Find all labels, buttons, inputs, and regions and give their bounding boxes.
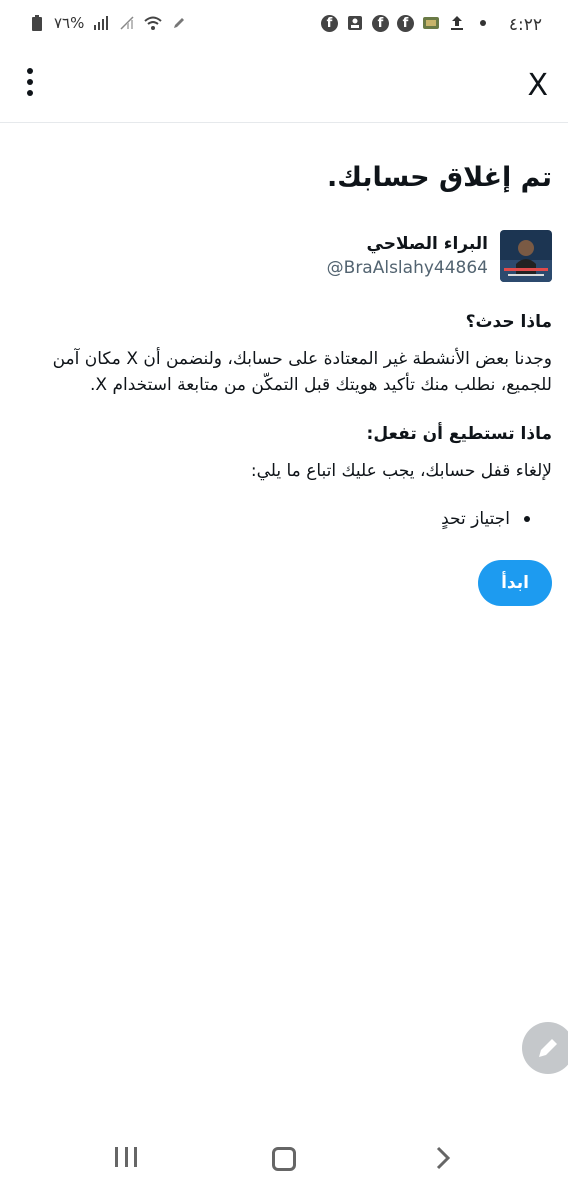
- account-handle: @BraAlslahy44864: [326, 258, 488, 278]
- wifi-icon: [144, 14, 163, 32]
- status-bar: ٤:٢٢ f f f %٧٦: [0, 0, 568, 52]
- pencil-icon: [539, 1039, 557, 1057]
- avatar: [500, 230, 552, 282]
- top-app-bar: X: [0, 52, 568, 123]
- account-info: البراء الصلاحي @BraAlslahy44864: [327, 230, 552, 282]
- notification-icons: f f f: [321, 14, 492, 32]
- close-button[interactable]: X: [527, 68, 548, 103]
- system-nav-bar: [0, 1129, 568, 1199]
- more-options-icon[interactable]: [22, 68, 38, 102]
- dot-icon: [474, 14, 492, 32]
- back-icon[interactable]: [432, 1145, 456, 1171]
- home-icon[interactable]: [272, 1147, 296, 1171]
- step-label: اجتياز تحدٍ: [441, 509, 510, 529]
- battery-percent: %٧٦: [54, 14, 85, 32]
- signal-icon: [92, 14, 110, 32]
- facebook-icon: f: [397, 14, 414, 32]
- no-signal-icon: [118, 14, 136, 32]
- battery-icon: [28, 14, 46, 32]
- what-you-can-do-heading: ماذا تستطيع أن تفعل:: [366, 424, 552, 444]
- compose-button[interactable]: [522, 1022, 568, 1074]
- pen-icon: [170, 14, 188, 32]
- facebook-icon: f: [372, 14, 389, 32]
- what-happened-heading: ماذا حدث؟: [465, 312, 552, 332]
- what-happened-text: وجدنا بعض الأنشطة غير المعتادة على حسابك…: [52, 349, 552, 395]
- start-button[interactable]: ابدأ: [478, 560, 552, 606]
- facebook-icon: f: [321, 14, 338, 32]
- list-item: اجتياز تحدٍ: [441, 509, 530, 529]
- bullet-icon: [524, 516, 530, 522]
- upload-icon: [448, 14, 466, 32]
- book-app-icon: [422, 14, 440, 32]
- system-icons: %٧٦: [28, 14, 188, 32]
- recent-apps-icon[interactable]: [115, 1147, 137, 1169]
- status-time: ٤:٢٢: [508, 15, 542, 35]
- account-name: البراء الصلاحي: [366, 234, 488, 254]
- what-you-can-do-text: لإلغاء قفل حسابك، يجب عليك اتباع ما يلي:: [250, 461, 552, 481]
- contact-card-icon: [346, 14, 364, 32]
- page-title: تم إغلاق حسابك.: [326, 162, 552, 193]
